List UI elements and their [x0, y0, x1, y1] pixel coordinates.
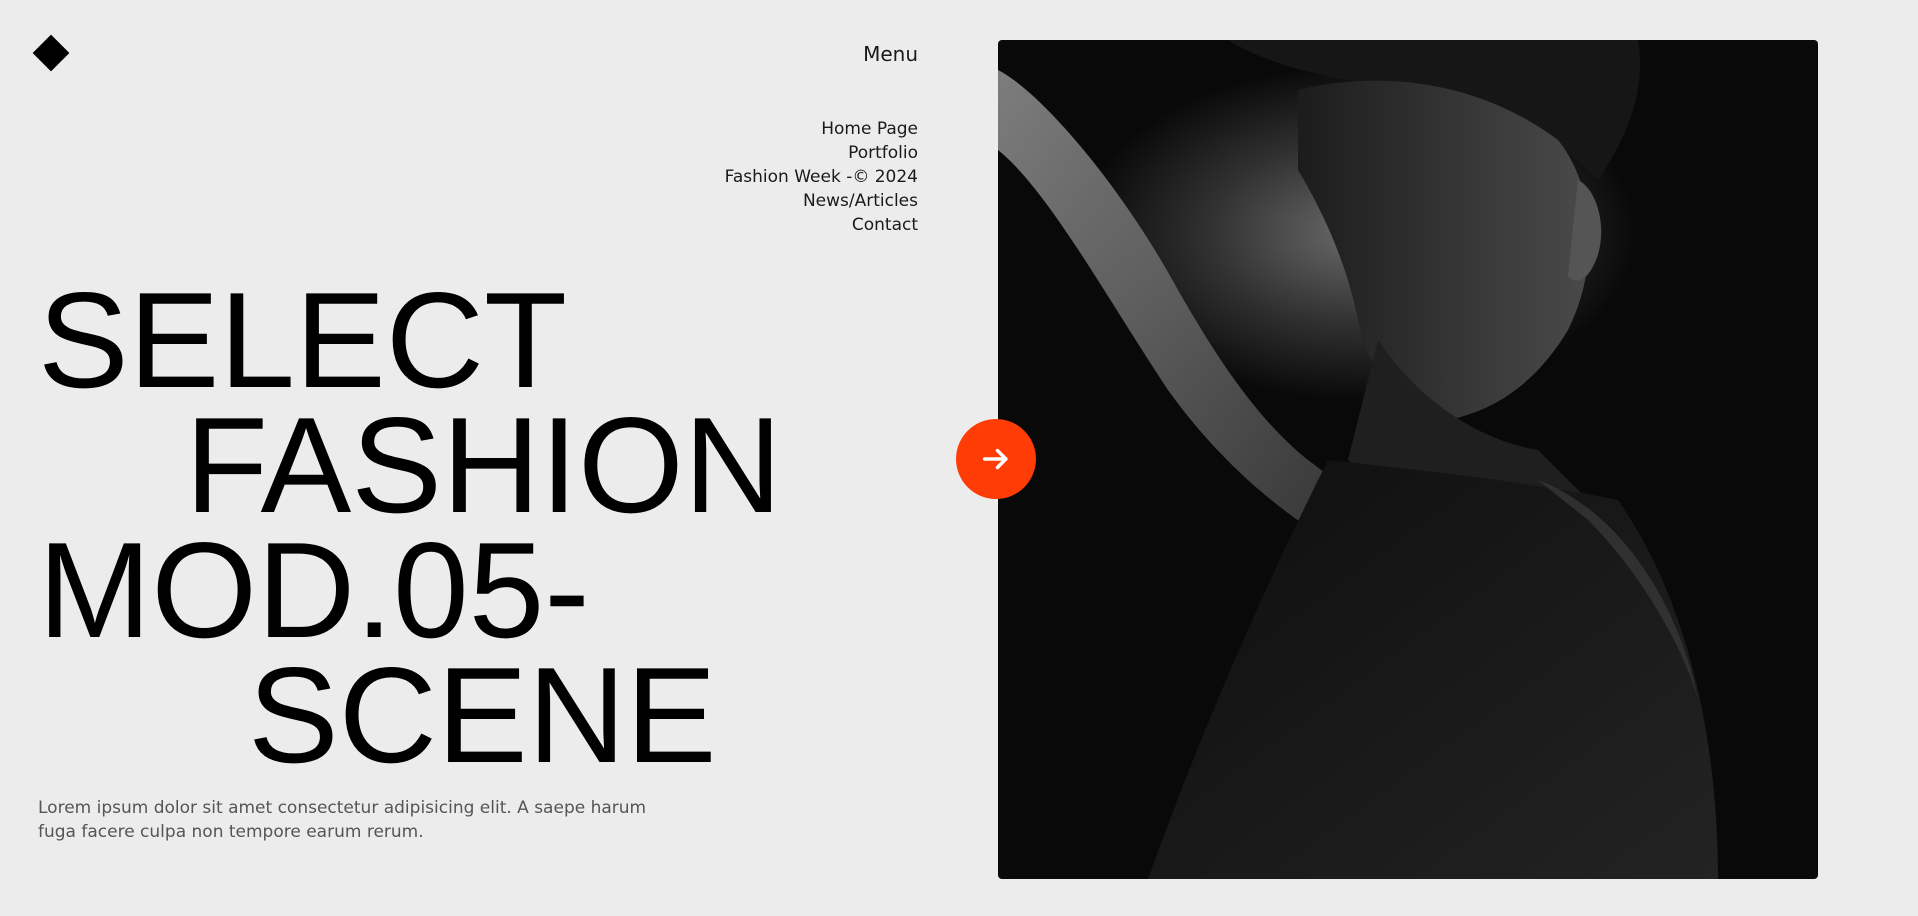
headline-line-4: SCENE: [248, 639, 717, 791]
next-slide-button[interactable]: [956, 419, 1036, 499]
nav-menu: Home Page Portfolio Fashion Week -© 2024…: [660, 117, 918, 237]
logo[interactable]: [31, 33, 71, 73]
hero-headline: SELECT FASHION MOD.05- SCENE: [38, 264, 798, 791]
hero-image: [998, 40, 1818, 879]
nav-item-portfolio[interactable]: Portfolio: [660, 141, 918, 165]
menu-button[interactable]: Menu: [840, 42, 918, 66]
portrait-illustration: [998, 40, 1718, 879]
hero-description: Lorem ipsum dolor sit amet consectetur a…: [38, 798, 647, 842]
nav-item-contact[interactable]: Contact: [660, 213, 918, 237]
headline-line-2: FASHION: [185, 389, 782, 541]
nav-item-fashion-week[interactable]: Fashion Week -© 2024: [660, 165, 918, 189]
headline-line-1: SELECT: [38, 264, 568, 416]
arrow-right-icon: [982, 448, 1008, 470]
nav-item-home[interactable]: Home Page: [660, 117, 918, 141]
nav-item-news[interactable]: News/Articles: [660, 189, 918, 213]
diamond-logo-icon: [32, 34, 70, 72]
headline-line-3: MOD.05-: [38, 514, 590, 666]
